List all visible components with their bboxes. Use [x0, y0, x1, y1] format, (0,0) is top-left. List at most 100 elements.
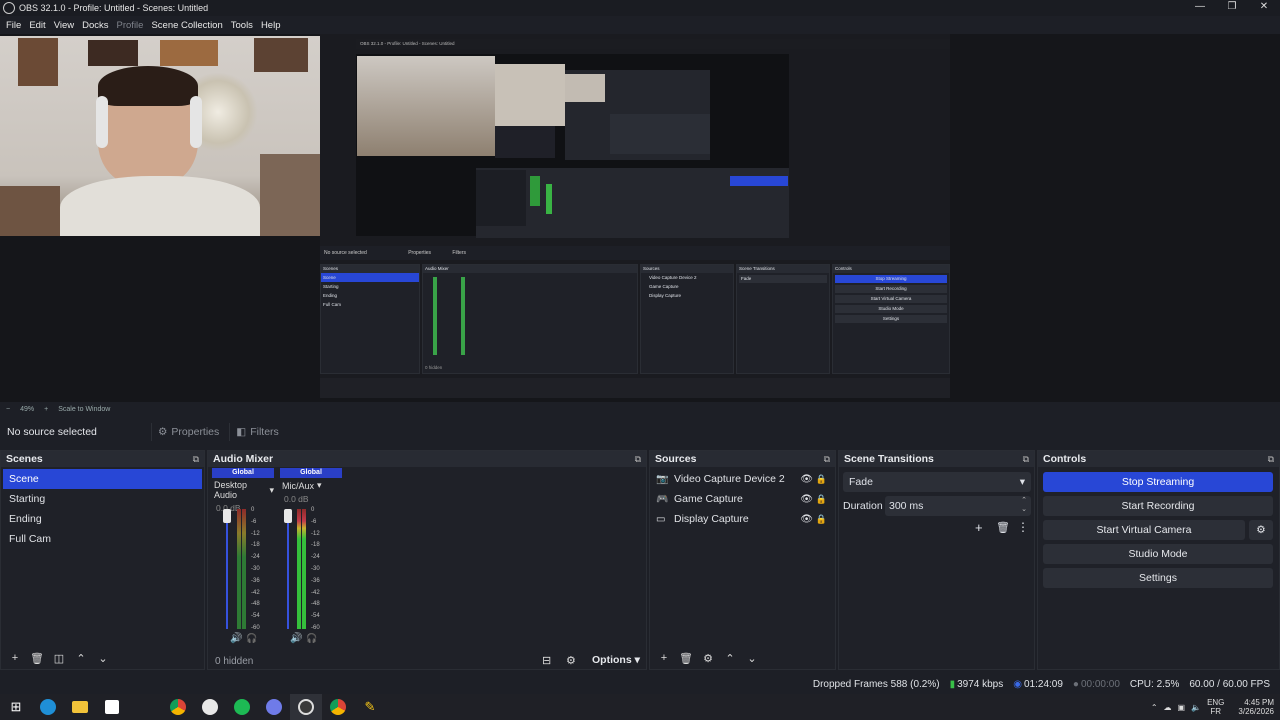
lock-icon[interactable]: 🔒: [816, 494, 827, 505]
dropdown-icon[interactable]: ▾: [317, 480, 322, 491]
undock-icon[interactable]: ⧉: [635, 454, 641, 465]
speaker-icon[interactable]: 🔊: [290, 633, 302, 644]
spin-arrows-icon[interactable]: ⌃ ⌄: [1021, 496, 1027, 514]
scale-tick: -30: [251, 565, 260, 572]
scene-item[interactable]: Starting: [3, 489, 202, 509]
cloud-icon[interactable]: ☁: [1164, 703, 1172, 712]
menu-help[interactable]: Help: [257, 20, 285, 31]
status-bar: Dropped Frames 588 (0.2%) ▮ 3974 kbps ◉ …: [0, 674, 1280, 694]
clock-app-icon[interactable]: [194, 694, 226, 720]
edge-icon[interactable]: [32, 694, 64, 720]
mic-fader[interactable]: [287, 509, 289, 629]
menu-tools[interactable]: Tools: [227, 20, 257, 31]
menu-file[interactable]: File: [2, 20, 25, 31]
nested-source-1: Game Capture: [649, 284, 679, 289]
file-explorer-icon[interactable]: [64, 694, 96, 720]
headphones-icon[interactable]: 🎧: [246, 633, 257, 644]
mixer-settings-icon[interactable]: ⚙: [566, 654, 576, 667]
options-button[interactable]: Options ▾: [592, 654, 640, 666]
obs-taskbar-icon[interactable]: [290, 694, 322, 720]
discord-icon[interactable]: [258, 694, 290, 720]
camera-tray-icon[interactable]: ▣: [1178, 703, 1186, 712]
undock-icon[interactable]: ⧉: [193, 454, 199, 465]
preview-canvas[interactable]: OBS 32.1.0 - Profile: Untitled - Scenes:…: [0, 34, 1280, 402]
add-scene-icon[interactable]: +: [6, 652, 24, 664]
move-up-icon[interactable]: ⌃: [721, 652, 739, 665]
maximize-button[interactable]: ❐: [1216, 0, 1248, 16]
menu-view[interactable]: View: [50, 20, 78, 31]
chevron-up-icon[interactable]: ⌃: [1151, 703, 1158, 712]
speaker-tray-icon[interactable]: 🔈: [1191, 703, 1201, 712]
source-item[interactable]: 📷 Video Capture Device 2 👁 🔒: [650, 469, 835, 489]
headphones-icon[interactable]: 🎧: [306, 633, 317, 644]
move-down-icon[interactable]: ⌄: [94, 652, 112, 665]
zoom-out-button[interactable]: −: [6, 406, 10, 413]
scale-tick: -42: [311, 589, 320, 596]
transition-select[interactable]: Fade ▾: [843, 472, 1031, 492]
audio-mixer-title: Audio Mixer: [213, 453, 274, 465]
nested-fade: Fade: [739, 275, 827, 283]
lock-icon[interactable]: 🔒: [816, 474, 827, 485]
clock[interactable]: 4:45 PM 3/26/2026: [1238, 698, 1274, 716]
undock-icon[interactable]: ⧉: [824, 454, 830, 465]
filters-button[interactable]: ◧ Filters: [229, 423, 285, 441]
start-virtual-camera-button[interactable]: Start Virtual Camera: [1043, 520, 1245, 540]
controls-dock: Controls ⧉ Stop Streaming Start Recording…: [1037, 450, 1280, 670]
move-down-icon[interactable]: ⌄: [743, 652, 761, 665]
stop-streaming-button[interactable]: Stop Streaming: [1043, 472, 1273, 492]
menu-edit[interactable]: Edit: [25, 20, 49, 31]
fps: 60.00 / 60.00 FPS: [1189, 678, 1270, 690]
source-item[interactable]: 🎮 Game Capture 👁 🔒: [650, 489, 835, 509]
mic-fader-knob[interactable]: [284, 509, 292, 523]
minimize-button[interactable]: —: [1184, 0, 1216, 16]
remove-transition-icon[interactable]: 🗑: [996, 521, 1010, 534]
visibility-eye-icon[interactable]: 👁: [800, 514, 813, 525]
scene-item[interactable]: Full Cam: [3, 529, 202, 549]
source-settings-icon[interactable]: ⚙: [699, 652, 717, 665]
scenes-title: Scenes: [6, 453, 43, 465]
add-transition-icon[interactable]: +: [975, 520, 983, 535]
desktop-fader[interactable]: [226, 509, 228, 629]
chrome-icon[interactable]: [162, 694, 194, 720]
dropdown-icon[interactable]: ▾: [269, 485, 274, 496]
source-item[interactable]: ▭ Display Capture 👁 🔒: [650, 509, 835, 529]
scene-item[interactable]: Scene: [3, 469, 202, 489]
remove-source-icon[interactable]: 🗑: [677, 652, 695, 665]
settings-button[interactable]: Settings: [1043, 568, 1273, 588]
studio-mode-button[interactable]: Studio Mode: [1043, 544, 1273, 564]
menu-docks[interactable]: Docks: [78, 20, 112, 31]
speaker-icon[interactable]: 🔊: [230, 633, 242, 644]
scale-tick: -36: [251, 577, 260, 584]
start-recording-button[interactable]: Start Recording: [1043, 496, 1273, 516]
chrome-profile-icon[interactable]: [322, 694, 354, 720]
more-options-icon[interactable]: ⋮: [1017, 520, 1029, 534]
undock-icon[interactable]: ⧉: [1268, 454, 1274, 465]
duration-spinbox[interactable]: 300 ms ⌃ ⌄: [885, 496, 1031, 516]
lock-icon[interactable]: 🔒: [816, 514, 827, 525]
visibility-eye-icon[interactable]: 👁: [800, 474, 813, 485]
scene-filters-icon[interactable]: ◫: [50, 652, 68, 665]
scene-item[interactable]: Ending: [3, 509, 202, 529]
mixer-layout-icon[interactable]: ⊟: [542, 654, 551, 667]
menu-scene-collection[interactable]: Scene Collection: [147, 20, 226, 31]
spotify-icon[interactable]: [226, 694, 258, 720]
visibility-eye-icon[interactable]: 👁: [800, 494, 813, 505]
language-indicator[interactable]: ENG FR: [1207, 698, 1224, 716]
desktop-fader-knob[interactable]: [223, 509, 231, 523]
zoom-in-button[interactable]: +: [44, 406, 48, 413]
move-up-icon[interactable]: ⌃: [72, 652, 90, 665]
undock-icon[interactable]: ⧉: [1023, 454, 1029, 465]
webcam-feed: [0, 36, 356, 236]
nested-title: OBS 32.1.0 - Profile: Untitled - Scenes:…: [356, 39, 950, 49]
windows-start-icon[interactable]: ⊞: [0, 694, 32, 720]
add-source-icon[interactable]: +: [655, 652, 673, 664]
remove-scene-icon[interactable]: 🗑: [28, 652, 46, 665]
menu-profile[interactable]: Profile: [113, 20, 148, 31]
close-button[interactable]: ✕: [1248, 0, 1280, 16]
properties-button[interactable]: ⚙ Properties: [151, 423, 225, 441]
scale-mode-select[interactable]: Scale to Window: [58, 406, 110, 413]
pen-app-icon[interactable]: ✎: [354, 694, 386, 720]
virtual-camera-settings-gear-icon[interactable]: ⚙: [1249, 520, 1273, 540]
store-icon[interactable]: [96, 694, 128, 720]
desktop-meter-l: [237, 509, 241, 629]
